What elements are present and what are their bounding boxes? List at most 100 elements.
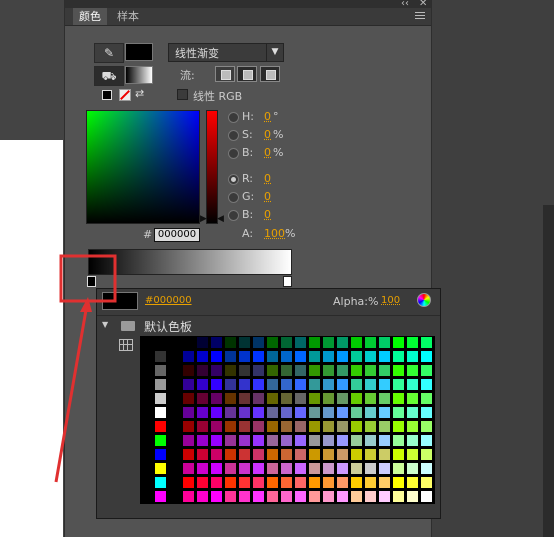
swatch-cell[interactable] — [140, 462, 153, 475]
swatch-cell[interactable] — [224, 462, 237, 475]
swatch-cell[interactable] — [168, 462, 181, 475]
swatch-cell[interactable] — [308, 392, 321, 405]
swatch-cell[interactable] — [140, 490, 153, 503]
swatch-cell[interactable] — [182, 476, 195, 489]
swatch-cell[interactable] — [266, 462, 279, 475]
swatch-cell[interactable] — [154, 490, 167, 503]
swatch-cell[interactable] — [378, 406, 391, 419]
swatch-cell[interactable] — [168, 490, 181, 503]
swatch-cell[interactable] — [350, 364, 363, 377]
swatch-cell[interactable] — [280, 476, 293, 489]
swatch-cell[interactable] — [308, 350, 321, 363]
swatch-cell[interactable] — [210, 392, 223, 405]
swatch-cell[interactable] — [280, 420, 293, 433]
swatch-cell[interactable] — [196, 490, 209, 503]
linear-rgb-checkbox[interactable] — [177, 89, 188, 100]
swatch-cell[interactable] — [364, 476, 377, 489]
swatch-cell[interactable] — [350, 448, 363, 461]
radio-h[interactable] — [228, 112, 239, 123]
swatch-cell[interactable] — [364, 378, 377, 391]
radio-blue[interactable] — [228, 210, 239, 221]
swatch-cell[interactable] — [294, 364, 307, 377]
hue-handle-left-icon[interactable]: ▶ — [200, 214, 207, 224]
swatch-cell[interactable] — [294, 434, 307, 447]
swatch-cell[interactable] — [168, 378, 181, 391]
value-b[interactable]: 0 — [264, 146, 271, 159]
swatch-cell[interactable] — [420, 350, 433, 363]
swatch-cell[interactable] — [378, 392, 391, 405]
swatch-cell[interactable] — [350, 336, 363, 349]
value-r[interactable]: 0 — [264, 172, 271, 185]
gradient-stop-white[interactable] — [283, 276, 292, 287]
swatch-cell[interactable] — [322, 406, 335, 419]
swatch-cell[interactable] — [280, 490, 293, 503]
swatch-cell[interactable] — [154, 392, 167, 405]
flow-repeat-button[interactable] — [260, 66, 280, 82]
swatch-cell[interactable] — [168, 406, 181, 419]
swatch-cell[interactable] — [196, 364, 209, 377]
swatch-cell[interactable] — [140, 406, 153, 419]
value-h[interactable]: 0 — [264, 110, 271, 123]
swatch-cell[interactable] — [210, 336, 223, 349]
swatch-cell[interactable] — [308, 490, 321, 503]
swatch-cell[interactable] — [322, 420, 335, 433]
swatch-cell[interactable] — [406, 476, 419, 489]
swatch-cell[interactable] — [378, 378, 391, 391]
panel-menu-icon[interactable] — [415, 12, 425, 13]
swatch-cell[interactable] — [406, 448, 419, 461]
swatch-cell[interactable] — [168, 420, 181, 433]
swatch-cell[interactable] — [182, 336, 195, 349]
swatch-cell[interactable] — [168, 392, 181, 405]
swatch-cell[interactable] — [336, 462, 349, 475]
swatch-cell[interactable] — [308, 420, 321, 433]
swatch-cell[interactable] — [350, 476, 363, 489]
swatch-cell[interactable] — [378, 476, 391, 489]
fill-swatch[interactable] — [125, 66, 153, 84]
swatch-cell[interactable] — [238, 490, 251, 503]
swatch-cell[interactable] — [182, 420, 195, 433]
swatch-cell[interactable] — [420, 378, 433, 391]
swatch-cell[interactable] — [140, 392, 153, 405]
swatch-cell[interactable] — [392, 392, 405, 405]
swatch-cell[interactable] — [182, 434, 195, 447]
swatch-cell[interactable] — [196, 378, 209, 391]
swatch-cell[interactable] — [182, 462, 195, 475]
flow-reflect-button[interactable] — [237, 66, 257, 82]
swatch-cell[interactable] — [238, 378, 251, 391]
swatch-cell[interactable] — [336, 378, 349, 391]
swatch-cell[interactable] — [238, 406, 251, 419]
swatch-cell[interactable] — [350, 434, 363, 447]
swatch-cell[interactable] — [252, 462, 265, 475]
swatch-cell[interactable] — [308, 364, 321, 377]
swatch-cell[interactable] — [364, 490, 377, 503]
swatch-cell[interactable] — [210, 462, 223, 475]
swatch-cell[interactable] — [252, 364, 265, 377]
hue-handle-right-icon[interactable]: ◀ — [217, 214, 224, 224]
swatch-cell[interactable] — [308, 336, 321, 349]
swatch-cell[interactable] — [210, 378, 223, 391]
swatch-cell[interactable] — [392, 476, 405, 489]
swatch-cell[interactable] — [210, 406, 223, 419]
tab-swatches[interactable]: 样本 — [111, 8, 145, 25]
swatch-cell[interactable] — [336, 434, 349, 447]
swatch-cell[interactable] — [224, 336, 237, 349]
swatch-cell[interactable] — [196, 406, 209, 419]
swatch-cell[interactable] — [364, 350, 377, 363]
swatch-cell[interactable] — [266, 350, 279, 363]
swatch-cell[interactable] — [154, 336, 167, 349]
tab-color[interactable]: 颜色 — [73, 8, 107, 25]
swatch-cell[interactable] — [280, 336, 293, 349]
swatch-cell[interactable] — [140, 364, 153, 377]
swatch-cell[interactable] — [266, 434, 279, 447]
swatch-cell[interactable] — [224, 448, 237, 461]
swatch-cell[interactable] — [350, 392, 363, 405]
swatch-cell[interactable] — [378, 448, 391, 461]
swatch-cell[interactable] — [252, 434, 265, 447]
swatch-cell[interactable] — [308, 462, 321, 475]
swatch-cell[interactable] — [154, 378, 167, 391]
swatch-cell[interactable] — [350, 420, 363, 433]
swatch-cell[interactable] — [406, 406, 419, 419]
swatch-cell[interactable] — [322, 462, 335, 475]
swatch-cell[interactable] — [266, 406, 279, 419]
swatch-cell[interactable] — [252, 448, 265, 461]
